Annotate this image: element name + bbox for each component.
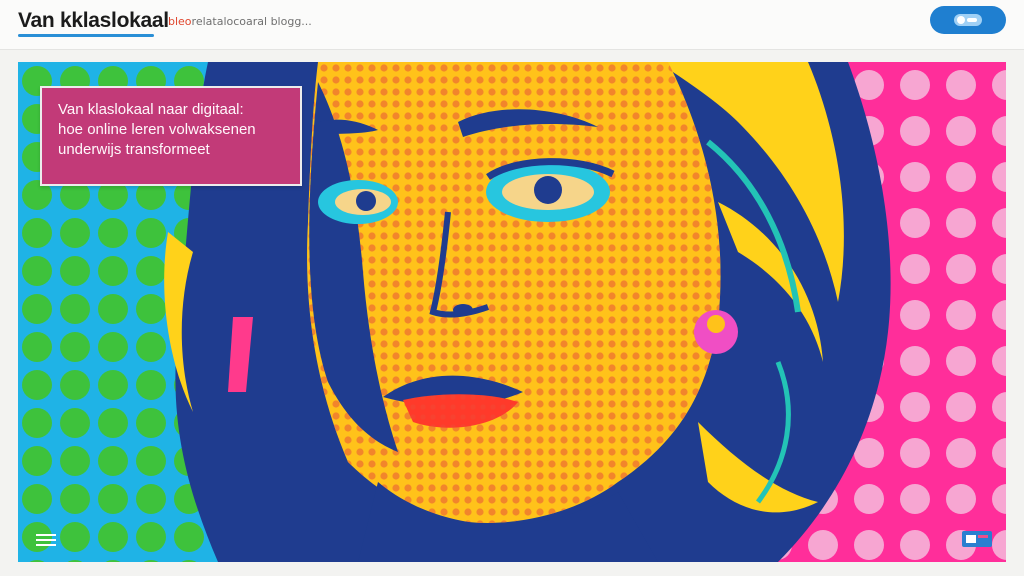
article-title-line-1: Van klaslokaal naar digitaal: <box>58 101 244 118</box>
widget-icon[interactable] <box>962 528 992 548</box>
top-bar: Van kklaslokaal bleorelatalocoaral blogg… <box>0 0 1024 50</box>
site-brand[interactable]: Van kklaslokaal <box>18 9 169 33</box>
site-tagline: bleorelatalocoaral blogg... <box>168 15 312 28</box>
article-title-card[interactable]: Van klaslokaal naar digitaal: hoe online… <box>40 86 302 186</box>
article-title-line-2: hoe online leren volwaksenen <box>58 121 256 138</box>
top-action-button[interactable] <box>930 6 1006 34</box>
toggle-icon <box>954 14 982 26</box>
tagline-rest: relatalocoaral blogg... <box>191 15 312 28</box>
tagline-accent: bleo <box>168 15 192 28</box>
brand-underline <box>18 34 154 37</box>
article-title-line-3: underwijs transformeet <box>58 141 210 158</box>
menu-lines-icon[interactable] <box>36 534 56 546</box>
